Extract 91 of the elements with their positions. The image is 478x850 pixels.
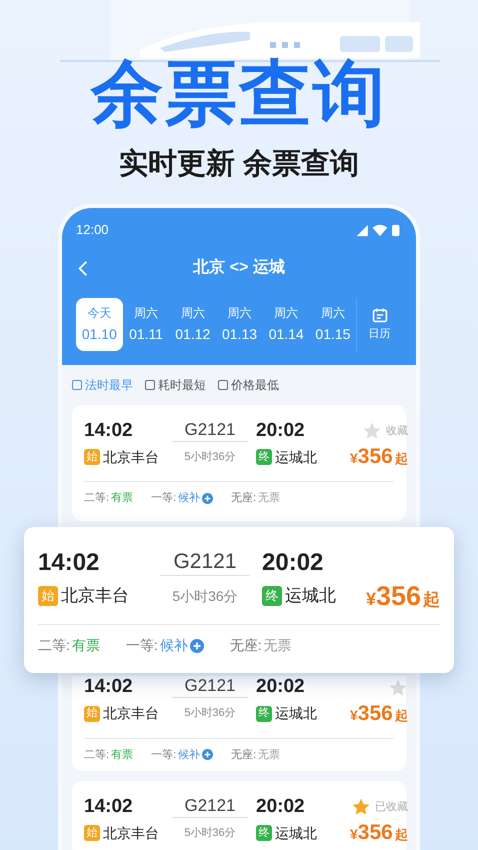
currency-symbol: ¥ xyxy=(350,706,358,725)
calendar-icon xyxy=(372,306,388,323)
price-suffix: 起 xyxy=(394,706,408,725)
plus-icon[interactable] xyxy=(202,492,214,504)
end-badge: 终 xyxy=(256,706,272,722)
seat-status: 有票 xyxy=(111,748,134,762)
to-station: 运城北 xyxy=(275,448,317,466)
price: 356 xyxy=(358,444,393,470)
seat-status: 有票 xyxy=(111,491,134,506)
headline: 余票查询 xyxy=(91,53,387,136)
seat-status: 无票 xyxy=(264,636,292,655)
seat-class: 一等: xyxy=(126,636,158,655)
seat-status: 无票 xyxy=(258,491,280,506)
price-suffix: 起 xyxy=(423,588,440,611)
start-badge: 始 xyxy=(84,825,100,841)
route-title: 北京 <> 运城 xyxy=(193,257,285,278)
duration: 5小时36分 xyxy=(183,826,237,841)
star-icon[interactable] xyxy=(350,797,371,817)
depart-time: 14:02 xyxy=(84,794,134,819)
seat-status: 有票 xyxy=(72,636,100,655)
seat-class: 二等: xyxy=(84,491,110,506)
seat-class: 一等: xyxy=(151,491,176,506)
start-badge: 始 xyxy=(84,449,100,465)
date-tab[interactable]: 周六 01.11 xyxy=(122,298,170,351)
to-station: 运城北 xyxy=(285,585,336,608)
subtitle: 实时更新 余票查询 xyxy=(118,146,360,182)
date-tab[interactable]: 周六 01.12 xyxy=(169,298,216,351)
date-tab[interactable]: 周六 01.13 xyxy=(216,298,263,351)
seat-status: 候补 xyxy=(178,490,200,506)
seat-class: 二等: xyxy=(38,636,70,655)
arrive-time: 20:02 xyxy=(262,548,324,578)
plus-icon[interactable] xyxy=(202,749,214,760)
seat-status: 候补 xyxy=(160,636,188,655)
date-tab[interactable]: 周六 01.15 xyxy=(310,298,356,351)
seat-class: 无座: xyxy=(231,748,256,762)
highlight-card[interactable]: 14:02 G2121 20:02 始 北京丰台 5小时36分 终 运城北 ¥356起 二等:有票 一等:候补 无座:无票 xyxy=(24,527,454,673)
star-icon[interactable] xyxy=(388,678,408,698)
end-badge: 终 xyxy=(256,449,272,465)
train-card[interactable]: 14:02 G2121 20:02 已收藏 始 北京丰台 5小时36分 终 运城北 ¥356 起 xyxy=(72,781,406,850)
price: 356 xyxy=(358,820,393,846)
end-badge: 终 xyxy=(256,825,272,841)
price-suffix: 起 xyxy=(394,826,408,844)
seat-status: 无票 xyxy=(258,748,280,762)
seat-status: 候补 xyxy=(178,748,200,762)
currency-symbol: ¥ xyxy=(350,449,358,468)
duration: 5小时36分 xyxy=(171,586,239,606)
back-icon[interactable] xyxy=(78,260,88,276)
price-suffix: 起 xyxy=(394,450,408,468)
train-number: G2121 xyxy=(172,796,248,818)
seat-class: 无座: xyxy=(231,490,256,506)
depart-time: 14:02 xyxy=(38,548,100,578)
train-card[interactable]: 14:02 G2121 20:02 收藏 始 北京丰台 5小时36分 终 运城北 ¥356 起 二等: 有票 一等: 候补 无座: 无票 xyxy=(72,405,406,520)
currency-symbol: ¥ xyxy=(350,825,358,844)
from-station: 北京丰台 xyxy=(103,448,159,466)
start-badge: 始 xyxy=(84,706,100,722)
date-tab[interactable]: 今天 01.10 xyxy=(76,298,123,351)
status-time: 12:00 xyxy=(76,221,109,240)
train-number: G2121 xyxy=(172,677,248,698)
duration: 5小时36分 xyxy=(183,706,237,722)
sort-option[interactable]: 耗时最短 xyxy=(145,376,206,394)
date-tab[interactable]: 周六 01.14 xyxy=(262,298,310,351)
duration: 5小时36分 xyxy=(183,450,237,465)
arrive-time: 20:02 xyxy=(256,794,306,819)
start-badge: 始 xyxy=(38,586,58,606)
seat-class: 一等: xyxy=(151,748,176,762)
train-number: G2121 xyxy=(160,550,250,576)
price: 356 xyxy=(358,700,393,727)
calendar-button[interactable]: 日历 xyxy=(356,298,402,351)
end-badge: 终 xyxy=(262,586,282,606)
status-icons xyxy=(356,224,402,236)
arrive-time: 20:02 xyxy=(256,418,306,443)
from-station: 北京丰台 xyxy=(103,704,159,723)
from-station: 北京丰台 xyxy=(103,824,159,842)
currency-symbol: ¥ xyxy=(366,588,376,611)
star-icon[interactable] xyxy=(362,421,382,441)
favorite-label[interactable]: 收藏 xyxy=(386,422,408,440)
seat-class: 无座: xyxy=(230,636,262,655)
from-station: 北京丰台 xyxy=(61,585,129,608)
seat-class: 二等: xyxy=(84,748,110,762)
favorite-label[interactable]: 已收藏 xyxy=(374,798,408,816)
depart-time: 14:02 xyxy=(84,675,134,700)
train-number: G2121 xyxy=(172,420,248,442)
price: 356 xyxy=(376,580,422,613)
train-card[interactable]: 14:02 G2121 20:02 始 北京丰台 5小时36分 终 运城北 ¥356 起 二等: 有票 一等: 候补 无座: 无票 xyxy=(72,676,406,771)
sort-option[interactable]: 法时最早 xyxy=(72,376,133,394)
arrive-time: 20:02 xyxy=(256,675,306,700)
to-station: 运城北 xyxy=(275,824,317,842)
depart-time: 14:02 xyxy=(84,418,134,443)
plus-icon[interactable] xyxy=(190,638,204,652)
sort-option[interactable]: 价格最低 xyxy=(218,376,279,394)
to-station: 运城北 xyxy=(275,704,317,723)
